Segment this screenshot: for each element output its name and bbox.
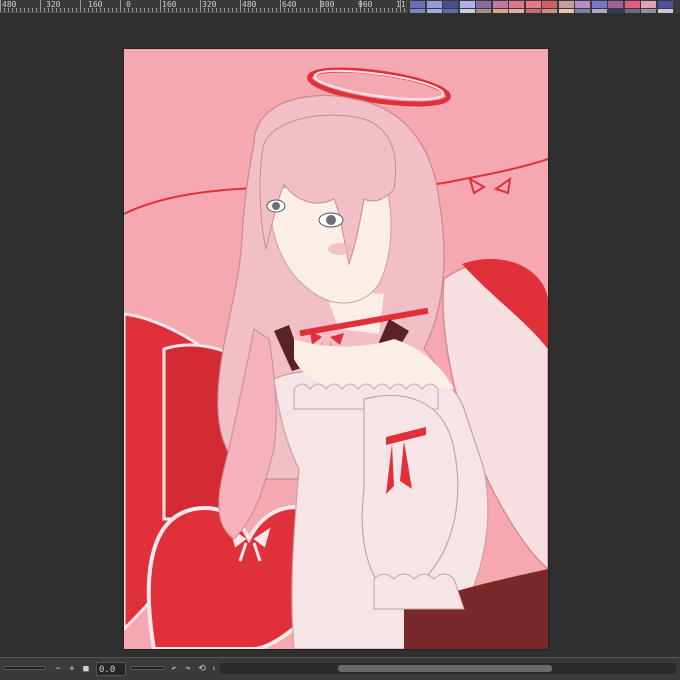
horizontal-scrollbar[interactable] <box>220 663 676 674</box>
ruler-label: 640 <box>282 0 297 9</box>
color-swatch[interactable] <box>608 1 623 8</box>
paint-app-window: 480 320 160 0 160 320 480 640 800 960 11 <box>0 0 680 680</box>
color-swatch[interactable] <box>575 1 590 8</box>
color-swatch[interactable] <box>459 1 475 8</box>
color-swatch[interactable] <box>525 1 541 8</box>
artwork-canvas[interactable] <box>124 49 548 649</box>
color-swatch[interactable] <box>410 1 425 8</box>
scrollbar-thumb[interactable] <box>338 665 552 672</box>
color-swatch[interactable] <box>657 1 673 8</box>
ruler-label: 160 <box>88 0 103 9</box>
canvas-workspace[interactable] <box>0 13 680 657</box>
reset-rotation-button[interactable]: ⟲ <box>196 662 208 676</box>
ruler-label: 0 <box>126 0 131 9</box>
ruler-label: 480 <box>2 0 17 9</box>
ruler-label: 160 <box>162 0 177 9</box>
color-swatch[interactable] <box>426 1 442 8</box>
blush <box>328 243 352 255</box>
color-swatch[interactable] <box>558 1 574 8</box>
color-swatch[interactable] <box>542 1 557 8</box>
rotate-left-button[interactable]: ↶ <box>168 662 180 676</box>
zoom-out-button[interactable]: − <box>52 662 64 676</box>
cuff-ruffle <box>373 573 465 610</box>
ruler-label: 11 <box>396 0 406 9</box>
ruler-label: 800 <box>320 0 335 9</box>
status-bar: − + ■ 0.0 ↶ ↷ ⟲ ‹ <box>0 657 680 680</box>
color-swatch[interactable] <box>476 1 491 8</box>
color-swatch[interactable] <box>591 1 607 8</box>
ruler-label: 320 <box>46 0 61 9</box>
iris-left <box>272 202 280 210</box>
color-swatch[interactable] <box>624 1 640 8</box>
zoom-value-field[interactable]: 0.0 <box>96 662 126 676</box>
color-swatch[interactable] <box>509 1 524 8</box>
collapse-arrow-icon[interactable]: ‹ <box>208 662 220 676</box>
fit-screen-button[interactable]: ■ <box>80 662 92 676</box>
angel-girl-illustration <box>124 49 548 649</box>
color-swatch[interactable] <box>443 1 458 8</box>
ruler-label: 960 <box>358 0 373 9</box>
brush-size-slider[interactable] <box>4 666 46 670</box>
horizontal-ruler: 480 320 160 0 160 320 480 640 800 960 11 <box>0 0 406 13</box>
ruler-label: 320 <box>202 0 217 9</box>
color-swatch[interactable] <box>641 1 656 8</box>
iris-right <box>326 215 336 225</box>
zoom-in-button[interactable]: + <box>66 662 78 676</box>
zoom-slider[interactable] <box>130 666 164 670</box>
ruler-label: 480 <box>242 0 257 9</box>
color-swatch[interactable] <box>492 1 508 8</box>
rotate-right-button[interactable]: ↷ <box>182 662 194 676</box>
